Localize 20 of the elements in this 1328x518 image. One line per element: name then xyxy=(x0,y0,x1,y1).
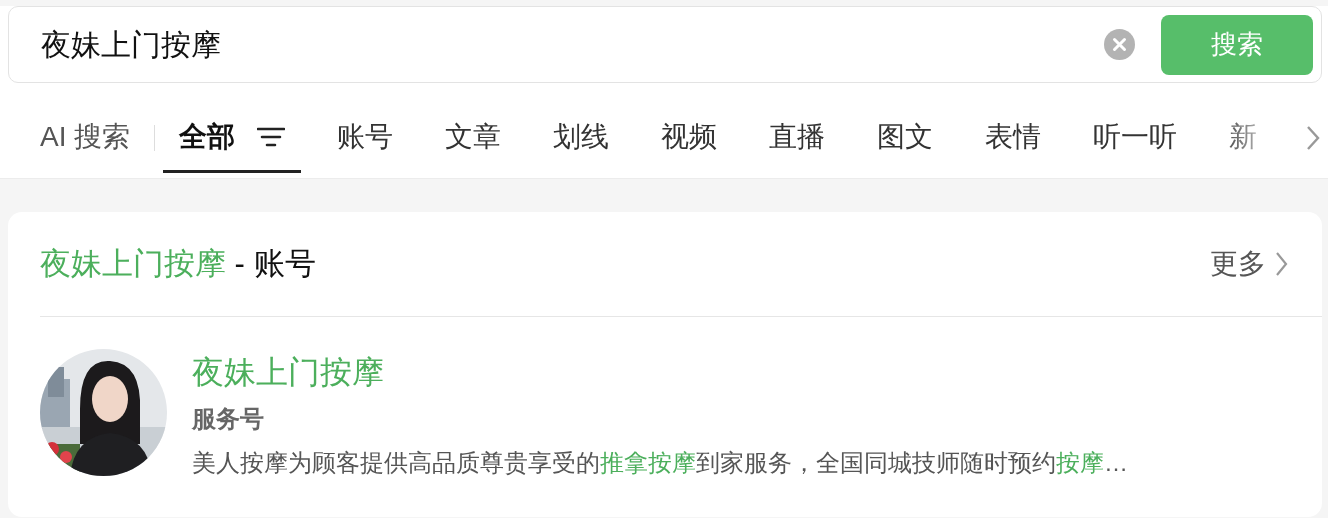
account-type: 服务号 xyxy=(192,404,265,435)
tab[interactable]: AI 搜索 xyxy=(24,103,147,173)
tab[interactable]: 账号 xyxy=(321,103,410,173)
more-link[interactable]: 更多 xyxy=(1210,243,1288,285)
section-title: 夜妹上门按摩 - 账号 xyxy=(40,244,316,283)
tab[interactable]: 全部 xyxy=(163,103,302,173)
tab[interactable]: 文章 xyxy=(429,103,518,173)
clear-icon[interactable] xyxy=(1104,29,1135,60)
tab[interactable]: 新 xyxy=(1213,103,1274,173)
tab[interactable]: 划线 xyxy=(537,103,626,173)
tab[interactable]: 表情 xyxy=(969,103,1058,173)
search-field[interactable]: 夜妹上门按摩 搜索 xyxy=(8,6,1322,83)
tab[interactable]: 图文 xyxy=(861,103,950,173)
tab[interactable]: 直播 xyxy=(753,103,842,173)
account-description: 美人按摩为顾客提供高品质尊贵享受的推拿按摩到家服务，全国同城技师随时预约按摩… xyxy=(192,448,1128,479)
filter-icon[interactable] xyxy=(257,126,286,147)
tab[interactable]: 听一听 xyxy=(1077,103,1194,173)
chevron-right-icon xyxy=(1276,252,1288,276)
chevron-right-icon[interactable] xyxy=(1306,125,1320,151)
tab[interactable]: 视频 xyxy=(645,103,734,173)
